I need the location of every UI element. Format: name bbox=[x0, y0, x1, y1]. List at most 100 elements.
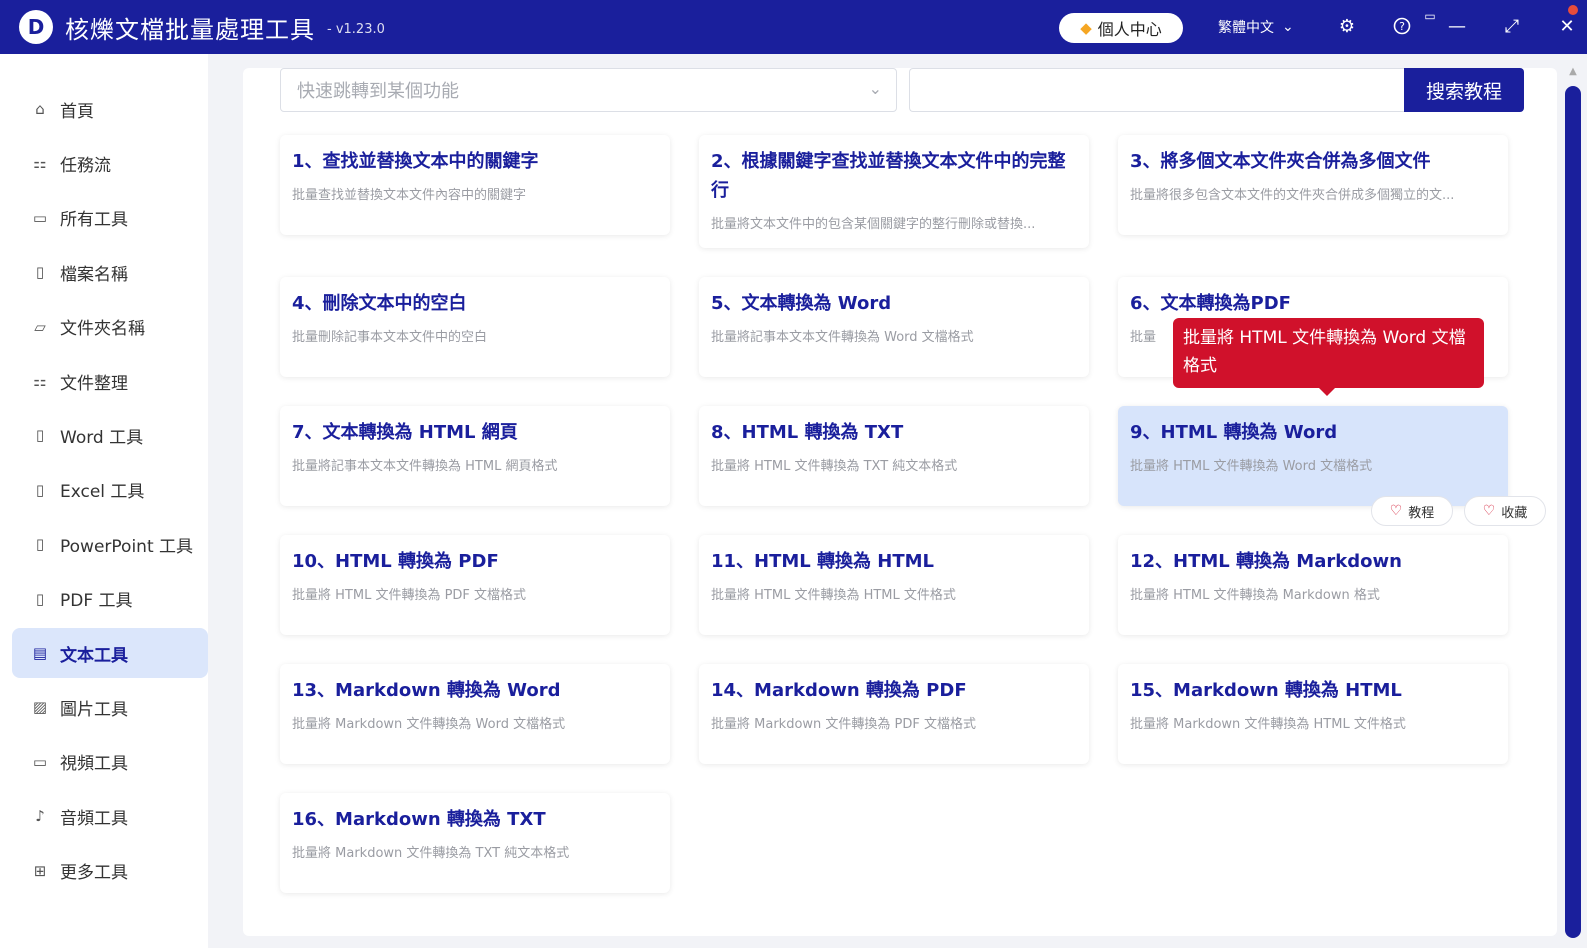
tool-card[interactable]: 8、HTML 轉換為 TXT 批量將 HTML 文件轉換為 TXT 純文本格式 bbox=[699, 406, 1089, 506]
tool-card[interactable]: 16、Markdown 轉換為 TXT 批量將 Markdown 文件轉換為 TX… bbox=[280, 793, 670, 893]
tool-card[interactable]: 3、將多個文本文件夾合併為多個文件 批量將很多包含文本文件的文件夾合併成多個獨立的… bbox=[1118, 135, 1508, 235]
heart-icon: ♡ bbox=[1482, 503, 1496, 519]
tool-card-title: 10、HTML 轉換為 PDF bbox=[292, 551, 499, 572]
tool-card[interactable]: 14、Markdown 轉換為 PDF 批量將 Markdown 文件轉換為 PD… bbox=[699, 664, 1089, 764]
tutorial-label: 教程 bbox=[1408, 505, 1435, 521]
search-tutorial-button[interactable]: 搜索教程 bbox=[1404, 68, 1524, 112]
tool-card-title: 12、HTML 轉換為 Markdown bbox=[1130, 551, 1402, 572]
tool-card-title: 6、文本轉換為PDF bbox=[1130, 293, 1291, 314]
sidebar-item-label: 任務流 bbox=[60, 155, 111, 176]
sidebar-item-file-name[interactable]: ▯ 檔案名稱 bbox=[12, 247, 208, 297]
sidebar-item-folder[interactable]: ▱ 文件夾名稱 bbox=[12, 302, 208, 352]
sidebar-item-label: 文本工具 bbox=[60, 645, 128, 666]
sidebar-item-microphone[interactable]: ♪ 音頻工具 bbox=[12, 791, 208, 841]
tool-card[interactable]: 4、刪除文本中的空白批量刪除記事本文本文件中的空白 bbox=[280, 277, 670, 377]
tutorial-search-input[interactable] bbox=[909, 68, 1407, 112]
tool-card-description: 批量查找並替換文本文件內容中的關鍵字 bbox=[292, 188, 527, 203]
tool-card-title: 14、Markdown 轉換為 PDF bbox=[711, 680, 967, 701]
home-icon: ⌂ bbox=[35, 100, 45, 118]
tool-card-description: 批量將文本文件中的包含某個關鍵字的整行刪除或替換... bbox=[711, 217, 1036, 232]
sidebar-item-organize[interactable]: ⚏ 文件整理 bbox=[12, 356, 208, 406]
jump-to-feature-select[interactable]: 快速跳轉到某個功能 ⌄ bbox=[280, 68, 897, 112]
close-icon[interactable]: ✕ bbox=[1555, 14, 1579, 38]
powerpoint-icon: ▯ bbox=[35, 535, 45, 554]
sidebar-item-label: Excel 工具 bbox=[60, 482, 145, 503]
tool-card-title: 8、HTML 轉換為 TXT bbox=[711, 422, 904, 443]
sidebar-item-text[interactable]: ▤ 文本工具 bbox=[12, 628, 208, 678]
sidebar-item-monitor[interactable]: ▭ 所有工具 bbox=[12, 193, 208, 243]
video-icon: ▭ bbox=[32, 752, 48, 771]
tool-card-description: 批量將 HTML 文件轉換為 PDF 文檔格式 bbox=[292, 588, 527, 603]
sidebar-item-label: PowerPoint 工具 bbox=[60, 536, 194, 557]
tool-card-description: 批量將 HTML 文件轉換為 HTML 文件格式 bbox=[711, 588, 956, 603]
folder-icon: ▱ bbox=[34, 317, 46, 336]
tool-card[interactable]: 2、根據關鍵字查找並替換文本文件中的完整行 批量將文本文件中的包含某個關鍵字的整行… bbox=[699, 135, 1089, 248]
chevron-down-icon: ⌄ bbox=[868, 79, 882, 98]
app-logo-icon: D bbox=[19, 10, 53, 44]
tool-card-description: 批量將 HTML 文件轉換為 Markdown 格式 bbox=[1130, 588, 1380, 603]
sidebar-item-powerpoint[interactable]: ▯ PowerPoint 工具 bbox=[12, 519, 208, 569]
tool-card-description: 批量將 Markdown 文件轉換為 TXT 純文本格式 bbox=[292, 846, 570, 861]
word-icon: ▯ bbox=[35, 426, 45, 445]
tool-card-title: 1、查找並替換文本中的關鍵字 bbox=[292, 151, 539, 172]
microphone-icon: ♪ bbox=[35, 807, 45, 826]
favorite-button[interactable]: ♡ 收藏 bbox=[1464, 496, 1546, 526]
tool-card-description: 批量將 Markdown 文件轉換為 HTML 文件格式 bbox=[1130, 717, 1406, 732]
sidebar-item-pdf[interactable]: ▯ PDF 工具 bbox=[12, 574, 208, 624]
language-selector[interactable]: 繁體中文 ⌄ bbox=[1218, 17, 1294, 37]
app-version: - v1.23.0 bbox=[327, 21, 385, 37]
tutorial-button[interactable]: ♡ 教程 bbox=[1371, 496, 1453, 526]
sidebar-item-label: 音頻工具 bbox=[60, 808, 128, 829]
tool-card-description: 批量刪除記事本文本文件中的空白 bbox=[292, 330, 488, 345]
tool-card[interactable]: 10、HTML 轉換為 PDF 批量將 HTML 文件轉換為 PDF 文檔格式 bbox=[280, 535, 670, 635]
notification-dot bbox=[1568, 5, 1578, 15]
diamond-icon: ◆ bbox=[1080, 19, 1092, 37]
sidebar-item-label: 文件整理 bbox=[60, 373, 128, 394]
sidebar-item-label: Word 工具 bbox=[60, 427, 144, 448]
tool-card-title: 13、Markdown 轉換為 Word bbox=[292, 680, 561, 701]
tool-card[interactable]: 13、Markdown 轉換為 Word 批量將 Markdown 文件轉換為 W… bbox=[280, 664, 670, 764]
sidebar: ⌂ 首頁 ⚏ 任務流 ▭ 所有工具 ▯ 檔案名稱 ▱ 文件夾名稱 ⚏ 文件整理 ▯ Word 工具 ▯ Exc… bbox=[0, 54, 208, 948]
tool-card[interactable]: 12、HTML 轉換為 Markdown 批量將 HTML 文件轉換為 Markd… bbox=[1118, 535, 1508, 635]
tool-card[interactable]: 7、文本轉換為 HTML 網頁 批量將記事本文本文件轉換為 HTML 網頁格式 bbox=[280, 406, 670, 506]
sidebar-item-label: 首頁 bbox=[60, 101, 94, 122]
feedback-icon[interactable]: ▭ bbox=[1418, 4, 1442, 28]
tool-card[interactable]: 15、Markdown 轉換為 HTML 批量將 Markdown 文件轉換為 H… bbox=[1118, 664, 1508, 764]
sidebar-item-image[interactable]: ▨ 圖片工具 bbox=[12, 682, 208, 732]
tool-card-title: 9、HTML 轉換為 Word bbox=[1130, 422, 1338, 443]
tool-card[interactable]: 9、HTML 轉換為 Word 批量將 HTML 文件轉換為 Word 文檔格式 bbox=[1118, 406, 1508, 506]
help-icon[interactable]: ? bbox=[1390, 14, 1414, 38]
tool-card-title: 7、文本轉換為 HTML 網頁 bbox=[292, 422, 518, 443]
sidebar-item-label: PDF 工具 bbox=[60, 591, 133, 612]
scrollbar[interactable] bbox=[1565, 86, 1581, 938]
favorite-label: 收藏 bbox=[1501, 505, 1528, 521]
monitor-icon: ▭ bbox=[32, 208, 48, 227]
sidebar-item-video[interactable]: ▭ 視頻工具 bbox=[12, 737, 208, 787]
svg-text:?: ? bbox=[1399, 20, 1405, 33]
tool-card[interactable]: 5、文本轉換為 Word 批量將記事本文本文件轉換為 Word 文檔格式 bbox=[699, 277, 1089, 377]
sidebar-item-word[interactable]: ▯ Word 工具 bbox=[12, 410, 208, 460]
sidebar-item-home[interactable]: ⌂ 首頁 bbox=[12, 84, 208, 134]
scroll-up-icon[interactable]: ▲ bbox=[1566, 66, 1580, 80]
tool-card-description: 批量將記事本文本文件轉換為 Word 文檔格式 bbox=[711, 330, 974, 345]
sidebar-item-label: 所有工具 bbox=[60, 210, 128, 231]
tool-card-description: 批量將 Markdown 文件轉換為 Word 文檔格式 bbox=[292, 717, 566, 732]
tool-card[interactable]: 1、查找並替換文本中的關鍵字批量查找並替換文本文件內容中的關鍵字 bbox=[280, 135, 670, 235]
tool-card-title: 11、HTML 轉換為 HTML bbox=[711, 551, 935, 572]
chevron-down-icon: ⌄ bbox=[1282, 19, 1294, 35]
maximize-icon[interactable]: ⤢ bbox=[1500, 14, 1524, 38]
lightbulb-icon: ♡ bbox=[1389, 503, 1403, 519]
file-name-icon: ▯ bbox=[35, 263, 45, 282]
gear-icon[interactable]: ⚙ bbox=[1335, 14, 1359, 38]
jump-select-placeholder: 快速跳轉到某個功能 bbox=[297, 81, 459, 102]
minimize-icon[interactable]: — bbox=[1445, 14, 1469, 38]
tool-card[interactable]: 11、HTML 轉換為 HTML 批量將 HTML 文件轉換為 HTML 文件格式 bbox=[699, 535, 1089, 635]
sidebar-item-label: 視頻工具 bbox=[60, 754, 128, 775]
sidebar-item-grid[interactable]: ⊞ 更多工具 bbox=[12, 846, 208, 896]
sidebar-item-workflow[interactable]: ⚏ 任務流 bbox=[12, 138, 208, 188]
tool-card-title: 4、刪除文本中的空白 bbox=[292, 293, 467, 314]
tool-card-description: 批量將 HTML 文件轉換為 Word 文檔格式 bbox=[1130, 459, 1373, 474]
user-center-button[interactable]: ◆ 個人中心 bbox=[1059, 13, 1183, 43]
app-title: 核爍文檔批量處理工具 bbox=[65, 15, 315, 44]
sidebar-item-excel[interactable]: ▯ Excel 工具 bbox=[12, 465, 208, 515]
